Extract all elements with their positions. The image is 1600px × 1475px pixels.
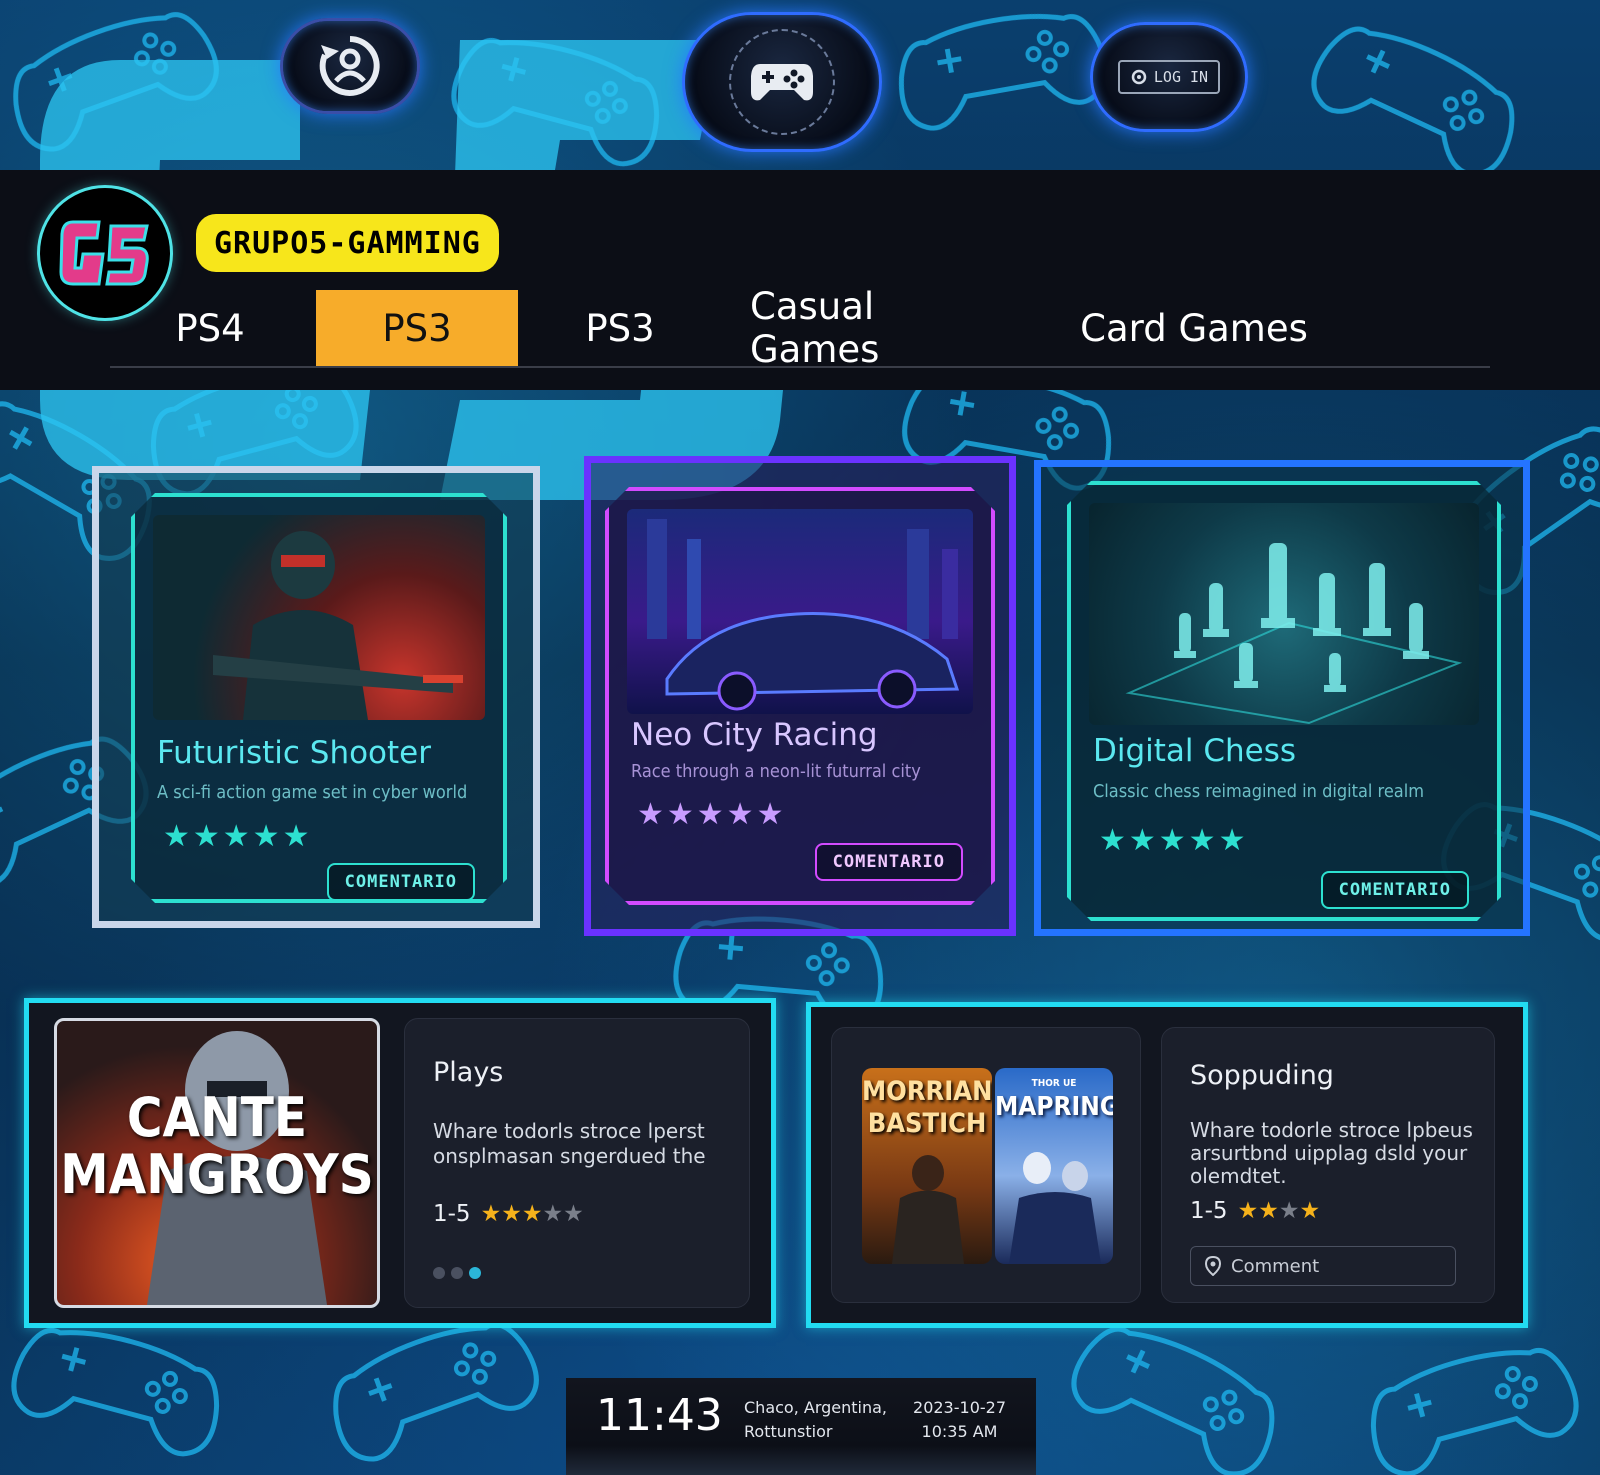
star-filled-icon: ★ (1299, 1198, 1321, 1224)
clock-location: Chaco, Argentina, Rottunstior (744, 1396, 887, 1444)
duo-characters-illustration-icon (1009, 1152, 1101, 1264)
rating-scale-label: 1-5 (1190, 1198, 1228, 1224)
tab-ps4[interactable]: PS4 (150, 290, 270, 366)
gear-icon (1131, 69, 1147, 85)
card-subtitle: Classic chess reimagined in digital real… (1093, 781, 1424, 802)
card-title: Neo City Racing (631, 717, 878, 753)
tab-ps3[interactable]: PS3 (550, 290, 690, 366)
star-empty-icon: ★ (1278, 1198, 1300, 1224)
mapring-poster[interactable]: THOR UE MAPRING (995, 1068, 1113, 1264)
card-title: Digital Chess (1093, 733, 1297, 769)
soppuding-rating: 1-5 ★★★★ (1190, 1198, 1320, 1224)
date-value: 2023-10-27 (913, 1398, 1006, 1417)
rating-scale-label: 1-5 (433, 1201, 471, 1227)
card-rating-stars: ★★★★★ (163, 819, 313, 854)
chess-pieces-illustration-icon (1089, 503, 1479, 725)
star-filled-icon: ★ (521, 1201, 543, 1227)
date-time-value: 10:35 AM (921, 1422, 998, 1441)
game-button-ring (729, 29, 835, 135)
comentario-button[interactable]: COMENTARIO (327, 863, 475, 901)
user-refresh-icon (319, 36, 380, 96)
carousel-dots[interactable] (433, 1267, 481, 1279)
warrior-illustration-icon (892, 1155, 964, 1264)
card-rating-stars: ★★★★★ (1099, 823, 1249, 858)
g5-logo-icon (59, 220, 149, 286)
gamepad-icon (751, 64, 813, 101)
location-pin-icon (1205, 1256, 1221, 1276)
rating-stars: ★★★★★ (481, 1201, 584, 1227)
comment-input[interactable]: Comment (1190, 1246, 1456, 1286)
game-card-frame-chess: Digital Chess Classic chess reimagined i… (1034, 460, 1530, 936)
soppuding-info-card: Soppuding Whare todorle stroce lpbeus ar… (1161, 1027, 1495, 1303)
star-empty-icon: ★ (563, 1201, 584, 1227)
cante-mangroys-poster[interactable]: CANTE MANGROYS (54, 1018, 380, 1308)
plays-info-card: Plays Whare todorls stroce lperst onsplm… (404, 1018, 750, 1308)
clock-widget: 11:43 Chaco, Argentina, Rottunstior 2023… (566, 1378, 1036, 1475)
rating-stars: ★★★★ (1238, 1198, 1321, 1224)
comentario-button[interactable]: COMENTARIO (1321, 871, 1469, 909)
soldier-illustration-icon (153, 515, 485, 720)
brand-badge: GRUPO5-GAMMING (196, 214, 499, 272)
dot-indicator[interactable] (433, 1267, 445, 1279)
featured-panel-soppuding: MORRIANG BASTICH THOR UE MAPRING Soppudi… (806, 1002, 1528, 1328)
card-rating-stars: ★★★★★ (637, 797, 787, 832)
game-card-frame-shooter: Futuristic Shooter A sci-fi action game … (92, 466, 540, 928)
featured-panel-plays: CANTE MANGROYS Plays Whare todorls stroc… (24, 998, 776, 1328)
login-label: LOG IN (1153, 68, 1209, 86)
comment-placeholder: Comment (1231, 1255, 1320, 1277)
tab-card-games[interactable]: Card Games (1074, 290, 1314, 366)
star-filled-icon: ★ (1237, 1198, 1259, 1224)
clock-date: 2023-10-27 10:35 AM (913, 1396, 1006, 1444)
soppuding-title: Soppuding (1190, 1060, 1334, 1091)
dot-indicator-active[interactable] (469, 1267, 481, 1279)
comentario-button[interactable]: COMENTARIO (815, 843, 963, 881)
tab-ps3-active[interactable]: PS3 (316, 290, 518, 366)
platform-tabs: PS4 PS3 PS3 Casual Games Card Games (110, 285, 1490, 371)
game-card-racing[interactable]: Neo City Racing Race through a neon-lit … (605, 487, 995, 905)
game-card-shooter[interactable]: Futuristic Shooter A sci-fi action game … (131, 493, 507, 903)
posters-card: MORRIANG BASTICH THOR UE MAPRING (831, 1027, 1141, 1303)
site-header: GRUPO5-GAMMING PS4 PS3 PS3 Casual Games … (0, 170, 1600, 390)
game-card-frame-racing: Neo City Racing Race through a neon-lit … (584, 456, 1016, 936)
plays-rating: 1-5 ★★★★★ (433, 1201, 584, 1227)
star-filled-icon: ★ (480, 1201, 502, 1227)
shooter-thumbnail (153, 515, 485, 720)
star-filled-icon: ★ (1258, 1198, 1279, 1224)
chess-thumbnail (1089, 503, 1479, 725)
location-line1: Chaco, Argentina, (744, 1398, 888, 1417)
star-filled-icon: ★ (501, 1201, 522, 1227)
login-pill[interactable]: LOG IN (1090, 22, 1248, 132)
games-home-button[interactable] (682, 12, 882, 152)
plays-description-line1: Whare todorls stroce lperst (433, 1119, 705, 1143)
dot-indicator[interactable] (451, 1267, 463, 1279)
game-card-chess[interactable]: Digital Chess Classic chess reimagined i… (1067, 481, 1501, 921)
login-button[interactable]: LOG IN (1117, 60, 1221, 94)
poster-title-line1: CANTE (126, 1086, 308, 1149)
card-subtitle: Race through a neon-lit futurral city (631, 761, 921, 782)
plays-title: Plays (433, 1057, 504, 1088)
user-sync-button[interactable] (280, 18, 420, 114)
soppuding-description-line1: Whare todorle stroce lpbeus (1190, 1118, 1473, 1142)
racing-thumbnail (627, 509, 973, 714)
card-subtitle: A sci-fi action game set in cyber world (157, 782, 468, 803)
soppuding-description-line3: olemdtet. (1190, 1164, 1287, 1188)
plays-description-line2: onsplmasan sngerdued the (433, 1144, 706, 1168)
star-empty-icon: ★ (542, 1201, 564, 1227)
neon-car-illustration-icon (627, 509, 973, 714)
card-title: Futuristic Shooter (157, 735, 431, 771)
poster-title-line2: MANGROYS (60, 1143, 374, 1206)
clock-time: 11:43 (596, 1390, 723, 1441)
location-line2: Rottunstior (744, 1422, 833, 1441)
soppuding-description-line2: arsurtbnd uipplag dsld your (1190, 1141, 1468, 1165)
tab-casual-games[interactable]: Casual Games (750, 285, 1000, 371)
morriang-bastich-poster[interactable]: MORRIANG BASTICH (862, 1068, 992, 1264)
